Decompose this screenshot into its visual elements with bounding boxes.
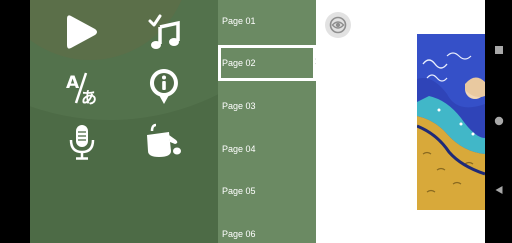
paint-bucket-icon — [147, 123, 181, 157]
info-icon — [149, 69, 178, 104]
back-icon — [495, 186, 502, 194]
left-system-bar — [0, 0, 30, 243]
page-item-02[interactable]: Page 02 — [218, 45, 316, 81]
page-item-01[interactable]: Page 01 — [218, 3, 316, 39]
page-list: Page 01 Page 02 Page 03 Page 04 Page 05 … — [218, 0, 316, 243]
app-screen: A あ Page 01 Page 02 Page 03 Page 04 Page… — [0, 0, 512, 243]
play-button[interactable] — [62, 12, 102, 52]
back-button[interactable] — [485, 178, 512, 202]
menu-panel: A あ — [30, 0, 218, 243]
svg-text:A: A — [66, 73, 80, 93]
play-icon — [67, 15, 97, 49]
svg-text:あ: あ — [81, 88, 97, 106]
page-illustration — [417, 34, 485, 210]
page-item-06[interactable]: Page 06 — [218, 216, 316, 243]
page-item-04[interactable]: Page 04 — [218, 131, 316, 167]
info-button[interactable] — [144, 66, 184, 106]
home-button[interactable] — [485, 109, 512, 133]
microphone-button[interactable] — [62, 122, 102, 162]
paint-bucket-button[interactable] — [142, 122, 182, 162]
music-button[interactable] — [144, 12, 184, 52]
recents-icon — [494, 46, 503, 54]
visibility-toggle-button[interactable] — [325, 12, 351, 38]
home-icon — [494, 116, 503, 126]
microphone-icon — [69, 125, 95, 160]
page-item-05[interactable]: Page 05 — [218, 173, 316, 209]
illustration-artwork — [417, 34, 485, 210]
page-item-03[interactable]: Page 03 — [218, 88, 316, 124]
translate-icon: A あ — [66, 72, 97, 106]
system-nav-bar — [485, 0, 512, 243]
translate-button[interactable]: A あ — [62, 68, 102, 108]
music-icon — [148, 14, 180, 49]
recents-button[interactable] — [485, 38, 512, 62]
eye-icon — [329, 16, 347, 34]
